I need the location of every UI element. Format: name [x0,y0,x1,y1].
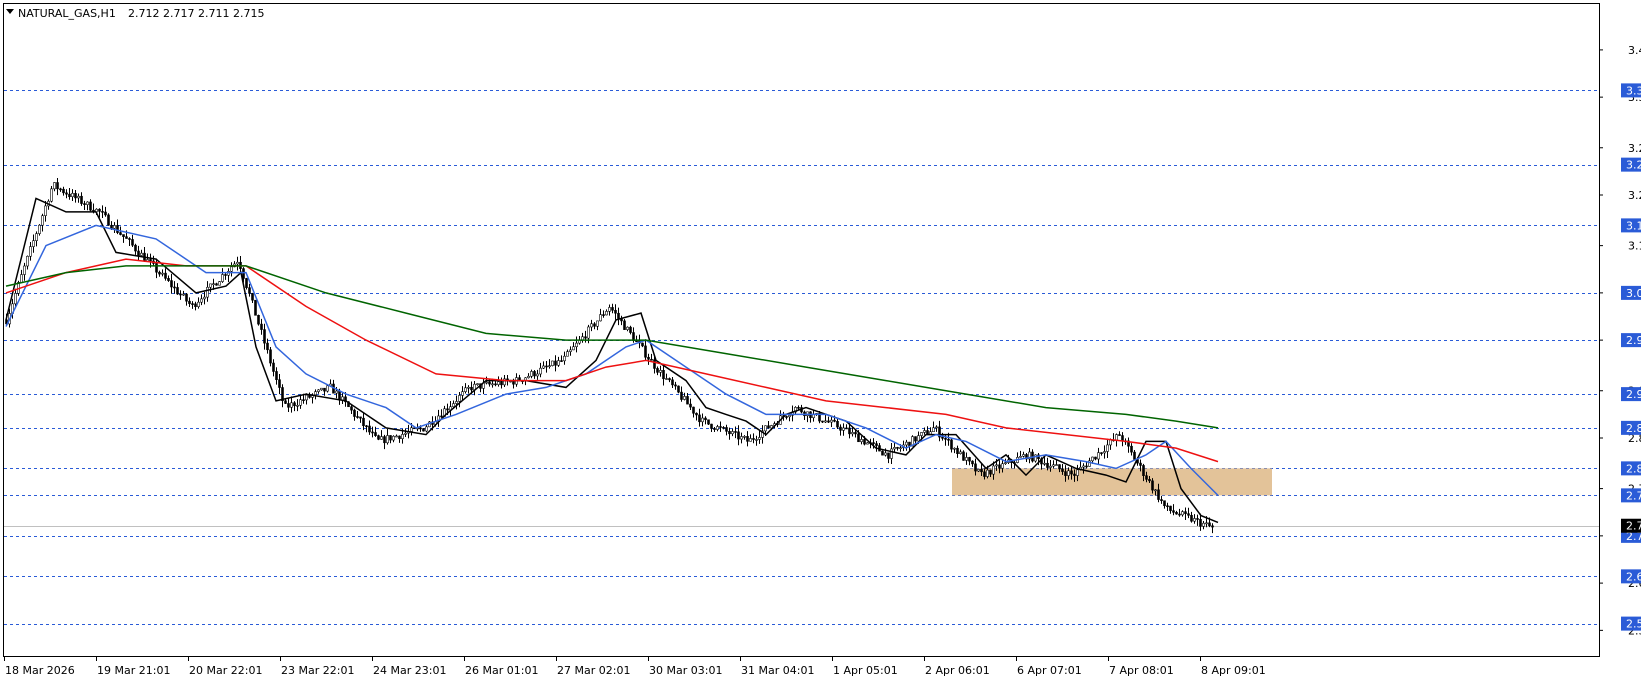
x-tick-label: 30 Mar 03:01 [649,664,722,676]
svg-text:3.360: 3.360 [1626,84,1641,97]
chart: 3.4203.3503.2753.2053.1303.0602.9902.915… [0,0,1641,677]
level-price-label: 2.570 [1621,616,1641,631]
y-tick-label: 3.275 [1628,142,1641,155]
level-price-label: 2.640 [1621,569,1641,584]
level-price-label: 2.760 [1621,488,1641,503]
svg-text:3.160: 3.160 [1626,219,1641,232]
ohlc-values: 2.712 2.717 2.711 2.715 [128,7,264,20]
level-price-label: 2.990 [1621,333,1641,348]
x-tick-label: 23 Mar 22:01 [281,664,354,676]
y-tick-label: 3.420 [1628,44,1641,57]
svg-text:2.640: 2.640 [1626,570,1641,583]
svg-text:3.060: 3.060 [1626,287,1641,300]
candle [254,299,257,316]
svg-text:2.760: 2.760 [1626,489,1641,502]
x-tick-label: 1 Apr 05:01 [833,664,898,676]
candle [677,385,680,394]
x-tick-label: 8 Apr 09:01 [1201,664,1266,676]
svg-text:2.715: 2.715 [1626,520,1641,533]
svg-text:2.800: 2.800 [1626,462,1641,475]
candle [962,450,965,461]
candle [881,450,884,456]
candle [257,314,260,326]
candle [38,224,41,236]
svg-text:2.990: 2.990 [1626,334,1641,347]
level-price-label: 2.910 [1621,387,1641,402]
level-price-label: 3.060 [1621,285,1641,300]
level-price-label: 3.360 [1621,83,1641,98]
symbol-label: NATURAL_GAS,H1 [18,7,116,20]
svg-text:2.570: 2.570 [1626,618,1641,631]
chart-info: NATURAL_GAS,H1 2.712 2.717 2.711 2.715 [6,7,264,20]
candle [245,277,248,290]
x-tick-label: 27 Mar 02:01 [557,664,630,676]
svg-text:2.860: 2.860 [1626,422,1641,435]
x-tick-label: 6 Apr 07:01 [1017,664,1082,676]
svg-text:2.910: 2.910 [1626,388,1641,401]
x-tick-label: 26 Mar 01:01 [465,664,538,676]
y-tick-label: 3.205 [1628,189,1641,202]
x-tick-label: 7 Apr 08:01 [1109,664,1174,676]
x-tick-label: 2 Apr 06:01 [925,664,990,676]
current-price-label: 2.715 [1621,518,1641,533]
level-price-label: 2.860 [1621,420,1641,435]
level-price-label: 3.160 [1621,218,1641,233]
candle [707,419,710,425]
x-tick-label: 19 Mar 21:01 [97,664,170,676]
candle [422,428,425,432]
svg-text:3.250: 3.250 [1626,159,1641,172]
y-tick-label: 3.130 [1628,240,1641,253]
candle [377,434,380,441]
x-tick-label: 18 Mar 2026 [5,664,75,676]
level-price-label: 3.250 [1621,157,1641,172]
candle [107,213,110,226]
level-price-label: 2.800 [1621,461,1641,476]
candle [551,360,554,367]
x-tick-label: 31 Mar 04:01 [741,664,814,676]
x-tick-label: 24 Mar 23:01 [373,664,446,676]
chart-canvas[interactable]: 3.4203.3503.2753.2053.1303.0602.9902.915… [0,0,1641,677]
x-tick-label: 20 Mar 22:01 [189,664,262,676]
candle [218,281,221,286]
